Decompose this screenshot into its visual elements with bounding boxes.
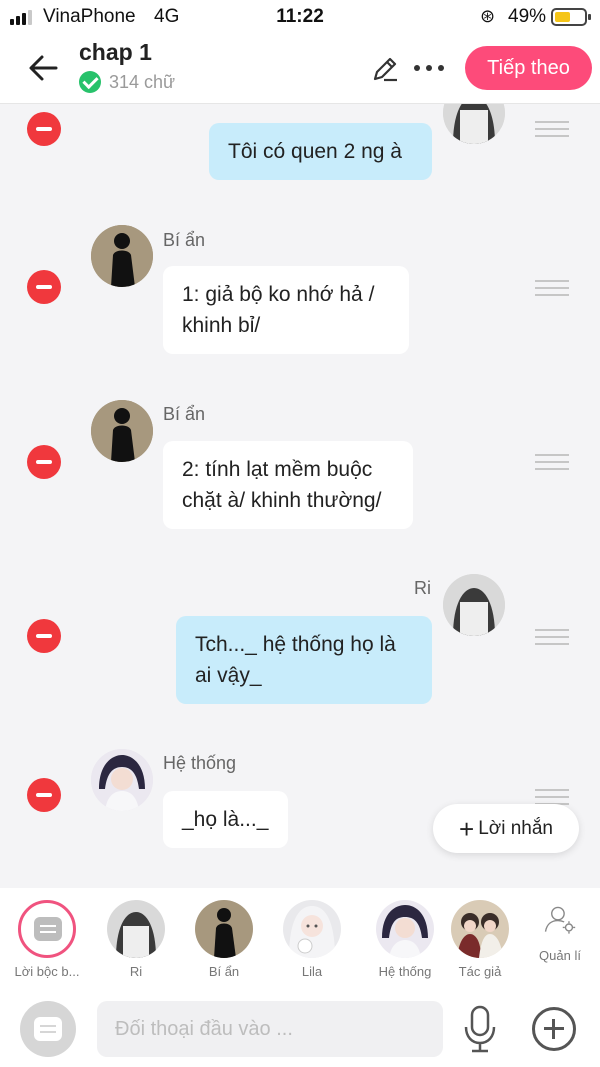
message-text: Tch..._ hệ thống họ là ai vậy_: [195, 633, 396, 687]
dialogue-input[interactable]: [97, 1001, 443, 1057]
speaker-name: Bí ẩn: [163, 404, 206, 424]
avatar-ri: [443, 574, 505, 636]
system-avatar: [376, 900, 434, 958]
message-bubble[interactable]: Tch..._ hệ thống họ là ai vậy_: [176, 616, 432, 704]
add-icon[interactable]: [532, 1007, 576, 1051]
battery-icon: [551, 8, 591, 26]
character-label: Ri: [129, 964, 143, 979]
author-avatar: [451, 900, 509, 958]
delete-message-button[interactable]: [27, 270, 61, 304]
drag-handle-icon[interactable]: [535, 280, 569, 296]
character-label: Tác giả: [458, 964, 502, 979]
character-system[interactable]: Hệ thống: [365, 900, 445, 979]
word-count: 314 chữ: [79, 71, 175, 93]
character-label: Bí ẩn: [208, 964, 240, 979]
add-note-label: Lời nhắn: [478, 817, 553, 839]
message-text: Tôi có quen 2 ng à: [228, 140, 402, 163]
ri-avatar: [107, 900, 165, 958]
avatar-mystery: [91, 225, 153, 287]
delete-message-button[interactable]: [27, 112, 61, 146]
character-narration[interactable]: Lời bộc b...: [7, 900, 87, 979]
character-mystery[interactable]: Bí ẩn: [184, 900, 264, 979]
character-selector: Lời bộc b... Ri Bí ẩn Lila Hệ thống Tác …: [0, 888, 600, 993]
delete-message-button[interactable]: [27, 445, 61, 479]
delete-message-button[interactable]: [27, 778, 61, 812]
message-text: _họ là..._: [182, 808, 269, 831]
message-text: 2: tính lạt mềm buộc chặt à/ khinh thườn…: [182, 458, 382, 512]
chapter-title: chap 1: [79, 39, 152, 65]
check-icon: [79, 71, 101, 93]
chapter-header: chap 1 314 chữ Tiếp theo: [0, 34, 600, 104]
drag-handle-icon[interactable]: [535, 454, 569, 470]
mystery-avatar: [195, 900, 253, 958]
character-lila[interactable]: Lila: [272, 900, 352, 979]
speaker-name: Bí ẩn: [163, 230, 206, 250]
drag-handle-icon[interactable]: [535, 789, 569, 805]
avatar-mystery: [91, 400, 153, 462]
character-author[interactable]: Tác giả: [440, 900, 520, 979]
manage-characters[interactable]: Quản lí: [520, 900, 600, 963]
character-label: Lời bộc b...: [14, 964, 80, 979]
message-bubble[interactable]: _họ là..._: [163, 791, 288, 848]
next-chapter-button[interactable]: Tiếp theo: [465, 46, 592, 90]
add-note-button[interactable]: + Lời nhắn: [433, 804, 579, 853]
avatar-ri: [443, 104, 505, 144]
speaker-name: Hệ thống: [163, 753, 237, 773]
lila-avatar: [283, 900, 341, 958]
battery-percent: 49%: [508, 6, 547, 27]
message-icon: [34, 1017, 62, 1041]
microphone-icon[interactable]: [462, 1005, 498, 1053]
status-bar: VinaPhone 4G 11:22 ⊛ 49%: [0, 0, 600, 34]
message-type-button[interactable]: [20, 1001, 76, 1057]
back-arrow-icon[interactable]: [26, 50, 62, 86]
input-bar: [0, 993, 600, 1067]
character-ri[interactable]: Ri: [96, 900, 176, 979]
speaker-name: Ri: [414, 578, 431, 598]
narration-icon: [18, 900, 76, 958]
message-bubble[interactable]: 2: tính lạt mềm buộc chặt à/ khinh thườn…: [163, 441, 413, 529]
character-label: Lila: [301, 964, 323, 979]
word-count-label: 314 chữ: [109, 71, 176, 92]
delete-message-button[interactable]: [27, 619, 61, 653]
more-options-icon[interactable]: [414, 65, 444, 71]
rotation-lock-icon: ⊛: [480, 6, 496, 26]
plus-icon: +: [459, 813, 475, 844]
message-bubble[interactable]: Tôi có quen 2 ng à: [209, 123, 432, 180]
edit-pencil-icon[interactable]: [370, 54, 400, 84]
drag-handle-icon[interactable]: [535, 629, 569, 645]
drag-handle-icon[interactable]: [535, 121, 569, 137]
avatar-system: [91, 749, 153, 811]
message-text: 1: giả bộ ko nhớ hả / khinh bỉ/: [182, 283, 375, 337]
character-label: Hệ thống: [378, 964, 432, 979]
message-bubble[interactable]: 1: giả bộ ko nhớ hả / khinh bỉ/: [163, 266, 409, 354]
chat-area[interactable]: Tôi có quen 2 ng à Bí ẩn 1: giả bộ ko nh…: [0, 104, 600, 888]
manage-icon: [531, 900, 589, 958]
